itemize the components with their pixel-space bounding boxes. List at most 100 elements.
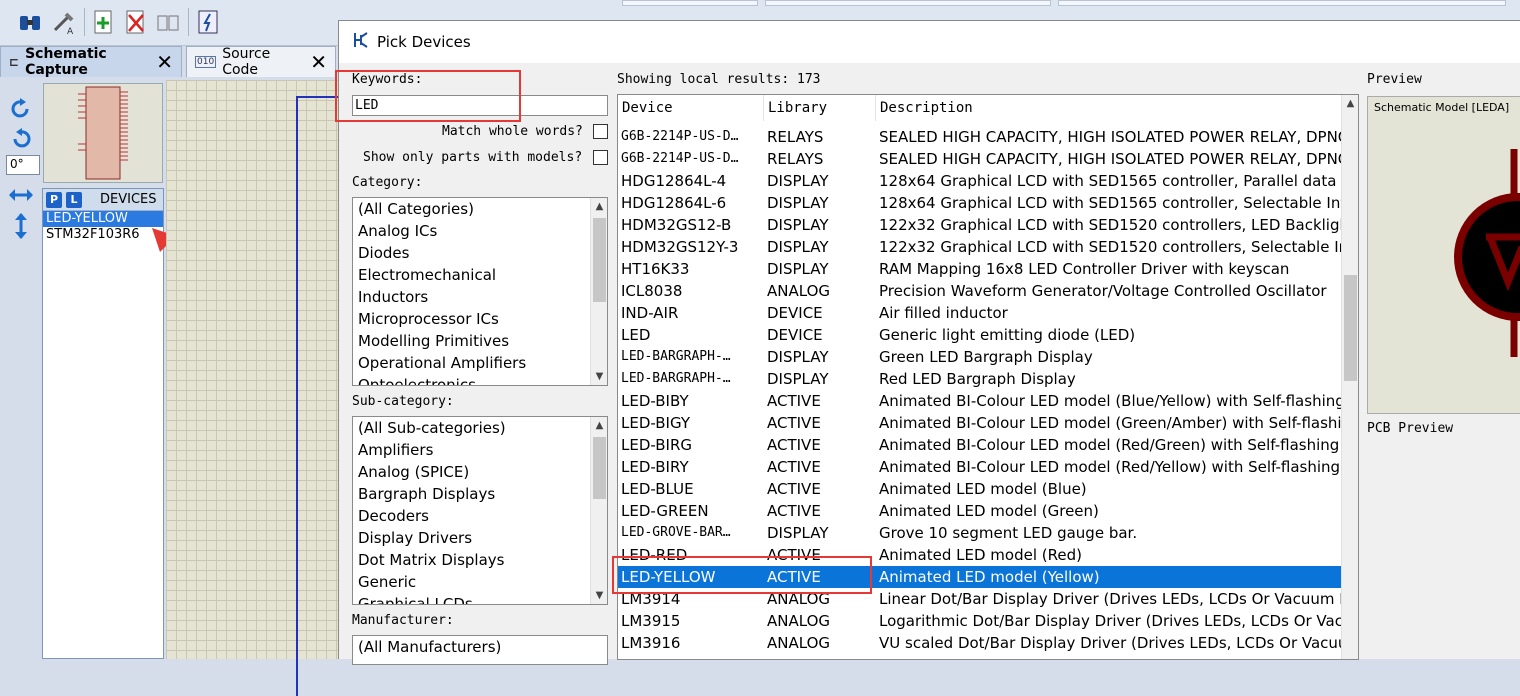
category-list[interactable]: (All Categories) Analog ICs Diodes Elect…	[352, 197, 608, 386]
subcategory-item[interactable]: Display Drivers	[353, 527, 607, 549]
scroll-down-icon[interactable]: ▼	[591, 368, 607, 385]
library-cell: RELAYS	[767, 128, 824, 146]
annotation-box-selected-row	[612, 556, 872, 594]
subcategory-item[interactable]: Generic	[353, 571, 607, 593]
table-row[interactable]: IND-AIR DEVICE Air filled inductor	[618, 302, 1342, 324]
column-header-description[interactable]: Description	[876, 95, 1342, 121]
scrollbar-thumb[interactable]	[1344, 275, 1357, 381]
table-row[interactable]: HDM32GS12Y-3 DISPLAY 122x32 Graphical LCD …	[618, 236, 1342, 258]
show-only-models-checkbox[interactable]	[593, 150, 608, 165]
subcategory-item[interactable]: Decoders	[353, 505, 607, 527]
table-row[interactable]: HDM32GS12-B DISPLAY 122x32 Graphical LCD w…	[618, 214, 1342, 236]
rotate-anticlockwise-icon[interactable]	[9, 128, 33, 154]
column-header-device[interactable]: Device	[618, 95, 764, 121]
table-row[interactable]: G6B-2214P-US-D… RELAYS SEALED HIGH CAPACIT…	[618, 148, 1342, 170]
category-item[interactable]: Electromechanical	[353, 264, 607, 286]
category-item[interactable]: Modelling Primitives	[353, 330, 607, 352]
table-row[interactable]: LED-GROVE-BAR… DISPLAY Grove 10 segment LE…	[618, 522, 1342, 544]
description-cell: VU scaled Dot/Bar Display Driver (Drives…	[879, 634, 1342, 652]
column-header-library[interactable]: Library	[764, 95, 876, 121]
match-whole-words-checkbox[interactable]	[593, 124, 608, 139]
parts-icon[interactable]	[154, 8, 182, 36]
remove-sheet-icon[interactable]	[122, 8, 150, 36]
category-item[interactable]: Diodes	[353, 242, 607, 264]
scroll-down-icon[interactable]: ▼	[591, 587, 607, 604]
table-row[interactable]: LED-BARGRAPH-… DISPLAY Green LED Bargraph …	[618, 346, 1342, 368]
category-item[interactable]: Optoelectronics	[353, 374, 607, 385]
category-scrollbar[interactable]: ▲ ▼	[590, 198, 607, 385]
manufacturer-label: Manufacturer:	[352, 613, 454, 628]
device-cell: LED-BARGRAPH-…	[621, 371, 731, 386]
scrollbar-thumb[interactable]	[593, 218, 606, 302]
table-row[interactable]: HT16K33 DISPLAY RAM Mapping 16x8 LED Contr…	[618, 258, 1342, 280]
rotate-clockwise-icon[interactable]	[9, 98, 33, 124]
binoculars-icon[interactable]	[16, 8, 44, 36]
tab-bar: ⊏ Schematic Capture ✕ 010 Source Code ✕	[0, 46, 340, 78]
add-sheet-icon[interactable]	[90, 8, 118, 36]
tab-schematic-capture[interactable]: ⊏ Schematic Capture ✕	[0, 46, 182, 78]
toolbar-field	[622, 0, 758, 6]
table-row[interactable]: G6B-2214P-US-D… RELAYS SEALED HIGH CAPACIT…	[618, 126, 1342, 148]
subcategory-item[interactable]: Dot Matrix Displays	[353, 549, 607, 571]
table-row[interactable]: LED-BIRG ACTIVE Animated BI-Colour LED mod…	[618, 434, 1342, 456]
pick-devices-button[interactable]: P	[46, 191, 62, 208]
table-row[interactable]: LED-BIGY ACTIVE Animated BI-Colour LED mod…	[618, 412, 1342, 434]
table-row[interactable]: HDG12864L-6 DISPLAY 128x64 Graphical LCD w…	[618, 192, 1342, 214]
table-row[interactable]: LED-GREEN ACTIVE Animated LED model (Green…	[618, 500, 1342, 522]
category-item[interactable]: Microprocessor ICs	[353, 308, 607, 330]
description-cell: Animated LED model (Blue)	[879, 480, 1087, 498]
toolbar-separator	[84, 8, 85, 36]
scroll-up-icon[interactable]: ▲	[591, 417, 607, 434]
rotation-angle-input[interactable]: 0°	[6, 155, 40, 175]
flip-vertical-icon[interactable]	[12, 212, 30, 244]
library-cell: ACTIVE	[767, 458, 821, 476]
category-item[interactable]: Inductors	[353, 286, 607, 308]
table-row[interactable]: LED DEVICE Generic light emitting diode (L…	[618, 324, 1342, 346]
table-row[interactable]: LED-BIBY ACTIVE Animated BI-Colour LED mod…	[618, 390, 1342, 412]
category-item[interactable]: Operational Amplifiers	[353, 352, 607, 374]
dialog-title: Pick Devices	[377, 33, 471, 51]
scroll-up-icon[interactable]: ▲	[1342, 95, 1358, 112]
subcategory-item[interactable]: Bargraph Displays	[353, 483, 607, 505]
scrollbar-thumb[interactable]	[593, 437, 606, 499]
subcategory-scrollbar[interactable]: ▲ ▼	[590, 417, 607, 604]
subcategory-item[interactable]: (All Sub-categories)	[353, 417, 607, 439]
table-row[interactable]: HDG12864L-4 DISPLAY 128x64 Graphical LCD w…	[618, 170, 1342, 192]
script-icon[interactable]	[194, 8, 222, 36]
library-manager-button[interactable]: L	[66, 191, 82, 208]
flip-horizontal-icon[interactable]	[8, 186, 34, 208]
table-row[interactable]: LED-BARGRAPH-… DISPLAY Red LED Bargraph Di…	[618, 368, 1342, 390]
description-cell: Logarithmic Dot/Bar Display Driver (Driv…	[879, 612, 1342, 630]
results-scrollbar[interactable]: ▲	[1341, 95, 1358, 659]
device-cell: ICL8038	[621, 282, 683, 300]
tools-icon[interactable]: A	[50, 8, 78, 37]
close-icon[interactable]: ✕	[310, 52, 327, 72]
subcategory-item[interactable]: Graphical LCDs	[353, 593, 607, 604]
schematic-canvas[interactable]	[166, 80, 356, 696]
library-cell: ANALOG	[767, 282, 830, 300]
subcategory-label: Sub-category:	[352, 394, 454, 409]
devices-label: DEVICES	[100, 192, 157, 207]
description-cell: Animated LED model (Green)	[879, 502, 1099, 520]
table-row[interactable]: LED-BIRY ACTIVE Animated BI-Colour LED mod…	[618, 456, 1342, 478]
results-count: Showing local results: 173	[617, 72, 821, 87]
table-row[interactable]: ICL8038 ANALOG Precision Waveform Generato…	[618, 280, 1342, 302]
subcategory-list[interactable]: (All Sub-categories) Amplifiers Analog (…	[352, 416, 608, 605]
category-item[interactable]: Analog ICs	[353, 220, 607, 242]
table-row[interactable]: LM3916 ANALOG VU scaled Dot/Bar Display Dr…	[618, 632, 1342, 654]
manufacturer-item[interactable]: (All Manufacturers)	[353, 636, 607, 658]
library-cell: DISPLAY	[767, 238, 829, 256]
table-row[interactable]: LED-BLUE ACTIVE Animated LED model (Blue)	[618, 478, 1342, 500]
category-item[interactable]: (All Categories)	[353, 198, 607, 220]
table-row[interactable]: LM3915 ANALOG Logarithmic Dot/Bar Display …	[618, 610, 1342, 632]
show-only-models-label: Show only parts with models?	[363, 150, 583, 165]
tab-source-code[interactable]: 010 Source Code ✕	[186, 46, 336, 78]
subcategory-item[interactable]: Amplifiers	[353, 439, 607, 461]
device-cell: LED-GROVE-BAR…	[621, 525, 731, 540]
subcategory-item[interactable]: Analog (SPICE)	[353, 461, 607, 483]
library-cell: DISPLAY	[767, 524, 829, 542]
scroll-up-icon[interactable]: ▲	[591, 198, 607, 215]
description-cell: Precision Waveform Generator/Voltage Con…	[879, 282, 1327, 300]
close-icon[interactable]: ✕	[156, 52, 173, 72]
manufacturer-list[interactable]: (All Manufacturers)	[352, 635, 608, 665]
